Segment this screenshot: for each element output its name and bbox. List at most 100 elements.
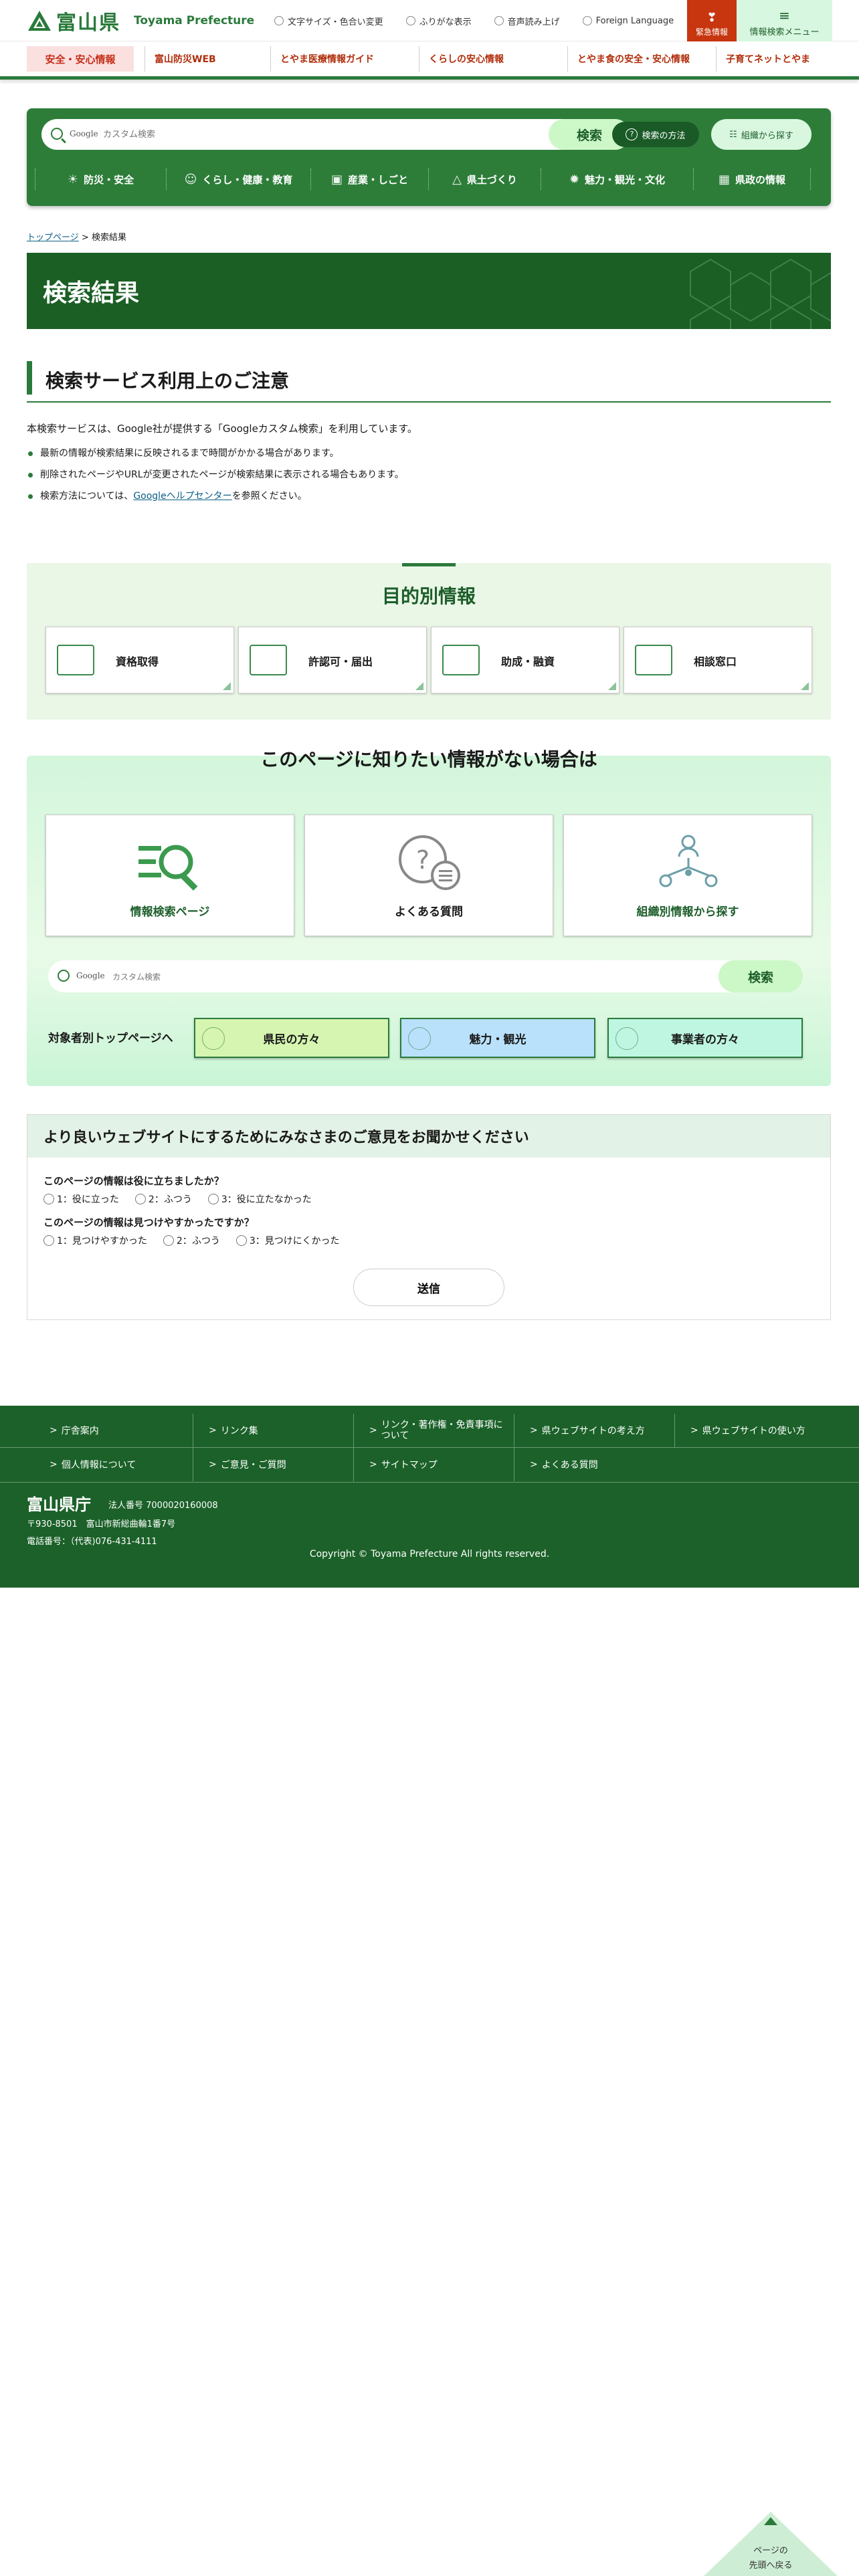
footer-link-sitemap[interactable]: サイトマップ (349, 1448, 438, 1481)
menu-search-icon: ≡ (779, 7, 790, 23)
topic-link-label: 富山防災WEB (155, 54, 216, 65)
radio-button[interactable] (235, 1235, 247, 1246)
category-label: くらし・健康・教育 (202, 173, 293, 186)
target-residents-label: 県民の方々 (263, 1033, 320, 1047)
furigana-link[interactable]: ふりがな表示 (405, 15, 472, 27)
target-tourism-button[interactable]: 魅力・観光 (400, 1018, 595, 1058)
google-help-center-link[interactable]: Googleヘルプセンター (133, 491, 231, 502)
font-size-color-link[interactable]: 文字サイズ・色合い変更 (274, 15, 383, 27)
q2-option-1[interactable]: 1：見つけやすかった (43, 1234, 147, 1247)
faq-label: よくある質問 (395, 905, 463, 919)
search-howto-button[interactable]: ? 検索の方法 (612, 122, 699, 147)
purpose-card-kyoninka[interactable]: 許認可・届出 (238, 627, 427, 693)
footer-link-policy[interactable]: 県ウェブサイトの考え方 (510, 1414, 645, 1447)
svg-text:?: ? (416, 845, 430, 875)
option-label: 2：ふつう (176, 1236, 220, 1247)
read-aloud-link[interactable]: 音声読み上げ (494, 15, 560, 27)
footer-link-chosha[interactable]: 庁舎案内 (29, 1414, 99, 1447)
category-kensei[interactable]: ▦ 県政の情報 (693, 169, 811, 190)
topic-link-shoku[interactable]: とやま食の安全・安心情報 (567, 46, 716, 72)
category-bosai[interactable]: ☀ 防災・安全 (35, 169, 166, 190)
info-search-page-card[interactable]: 情報検索ページ (45, 815, 294, 936)
category-label: 産業・しごと (348, 173, 409, 186)
page-title-bar: 検索結果 (27, 253, 831, 329)
target-residents-button[interactable]: 県民の方々 (194, 1018, 389, 1058)
back-to-top-label: ページの 先頭へ戻る (704, 2544, 838, 2573)
footer-link-links[interactable]: リンク集 (189, 1414, 258, 1447)
footer-link-copyright[interactable]: リンク・著作権・免責事項について (349, 1414, 503, 1447)
google-mark: Google (76, 971, 105, 980)
option-label: 3：見つけにくかった (249, 1236, 340, 1247)
q1-option-1[interactable]: 1：役に立った (43, 1192, 119, 1206)
search-input[interactable] (103, 124, 504, 144)
radio-button[interactable] (163, 1235, 174, 1246)
org-info-card[interactable]: 組織別情報から探す (563, 815, 812, 936)
building-icon: ▦ (718, 172, 730, 187)
heading-accent-bar (27, 361, 32, 395)
logo-text-ja: 富山県 (56, 11, 120, 35)
siren-icon: ☀ (67, 172, 79, 187)
q2-option-3[interactable]: 3：見つけにくかった (235, 1234, 340, 1247)
firework-icon: ✹ (569, 172, 580, 187)
foreign-language-link[interactable]: Foreign Language (582, 16, 674, 26)
topic-link-kosodate[interactable]: 子育てネットとやま (716, 46, 834, 72)
site-logo[interactable]: 富山県 Toyama Prefecture (27, 6, 254, 35)
footer-address: 〒930-8501 富山市新総曲輪1番7号 (27, 1519, 176, 1529)
purpose-card-sodan[interactable]: 相談窓口 (624, 627, 812, 693)
purpose-card-josei[interactable]: 助成・融資 (431, 627, 619, 693)
info-search-menu-button[interactable]: ≡ 情報検索メニュー (737, 0, 832, 41)
corner-arrow-icon (223, 682, 231, 690)
speaker-icon (494, 16, 504, 25)
search-icon (51, 128, 63, 140)
topic-link-iryo[interactable]: とやま医療情報ガイド (270, 46, 419, 72)
radio-button[interactable] (134, 1194, 146, 1204)
target-business-button[interactable]: 事業者の方々 (607, 1018, 803, 1058)
logo-text-en: Toyama Prefecture (134, 13, 255, 27)
feedback-submit-button[interactable]: 送信 (353, 1269, 504, 1306)
radio-button[interactable] (43, 1235, 54, 1246)
secondary-search-input[interactable]: カスタム検索 (112, 971, 161, 982)
logo-mark-icon (27, 9, 52, 32)
q1-option-3[interactable]: 3：役に立たなかった (207, 1192, 312, 1206)
topic-link-kurashi[interactable]: くらしの安心情報 (419, 46, 567, 72)
faq-icon: ? (399, 835, 460, 890)
google-mark: Google (70, 129, 98, 138)
safety-topic-label: 安全・安心情報 (27, 46, 134, 72)
firework-icon (408, 1027, 431, 1050)
org-chart-icon (659, 835, 718, 887)
search-panel: Google 検索 ? 検索の方法 ☷ 組織から探す ☀ 防災・安全 ☺ くらし・健… (27, 108, 831, 206)
search-by-org-button[interactable]: ☷ 組織から探す (711, 119, 812, 150)
option-label: 1：見つけやすかった (57, 1236, 147, 1247)
back-to-top-button[interactable]: ページの 先頭へ戻る (704, 2512, 838, 2576)
topic-link-label: とやま食の安全・安心情報 (577, 54, 690, 65)
footer-link-faq[interactable]: よくある質問 (510, 1448, 598, 1481)
purpose-card-shikaku[interactable]: 資格取得 (45, 627, 234, 693)
notice-item: 削除されたページやURLが変更されたページが検索結果に表示される場合もあります。 (27, 464, 404, 486)
breadcrumb-separator: > (81, 233, 89, 243)
q2-option-2[interactable]: 2：ふつう (163, 1234, 220, 1247)
category-miryoku[interactable]: ✹ 魅力・観光・文化 (541, 169, 693, 190)
category-kurashi[interactable]: ☺ くらし・健康・教育 (166, 169, 310, 190)
secondary-search-button[interactable]: 検索 (719, 960, 803, 992)
emergency-info-button[interactable]: ❣ 緊急情報 (687, 0, 737, 41)
purpose-card-label: 資格取得 (116, 655, 159, 668)
radio-button[interactable] (207, 1194, 219, 1204)
footer-link-usage[interactable]: 県ウェブサイトの使い方 (670, 1414, 805, 1447)
back-to-top-line1: ページの (753, 2546, 788, 2556)
footer-link-privacy[interactable]: 個人情報について (29, 1448, 136, 1481)
category-kendo[interactable]: △ 県土づくり (428, 169, 541, 190)
category-sangyo[interactable]: ▣ 産業・しごと (310, 169, 428, 190)
site-footer: 庁舎案内 リンク集 リンク・著作権・免責事項について 県ウェブサイトの考え方 県… (0, 1406, 859, 1588)
faq-card[interactable]: ? よくある質問 (304, 815, 553, 936)
footer-link-opinion[interactable]: ご意見・ご質問 (189, 1448, 286, 1481)
help-prefix: 検索方法については、 (40, 491, 134, 502)
notice-heading-text: 検索サービス利用上のご注意 (45, 370, 290, 392)
emergency-label: 緊急情報 (695, 27, 728, 37)
q1-option-2[interactable]: 2：ふつう (134, 1192, 192, 1206)
footer-corp-number: 法人番号 7000020160008 (108, 1501, 218, 1511)
document-icon (250, 645, 287, 675)
topic-link-bosai[interactable]: 富山防災WEB (145, 46, 270, 72)
notice-item-help: 検索方法については、Googleヘルプセンターを参照ください。 (27, 486, 404, 507)
radio-button[interactable] (43, 1194, 54, 1204)
breadcrumb-home-link[interactable]: トップページ (27, 233, 79, 243)
